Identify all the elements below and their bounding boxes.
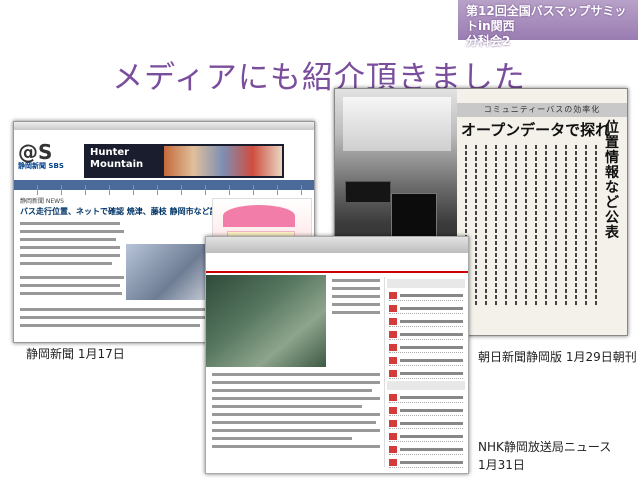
sidebar-item xyxy=(389,290,463,301)
vertical-headline: 位置情報など公表 xyxy=(605,120,619,241)
text-column xyxy=(535,145,537,305)
text-line xyxy=(332,311,380,314)
ad-graphic xyxy=(223,205,295,227)
text-line xyxy=(212,397,380,400)
nhk-news-screenshot xyxy=(205,236,469,474)
sidebar-item xyxy=(389,303,463,314)
logo-sub: 静岡新聞 SBS xyxy=(18,162,64,170)
text-line xyxy=(20,262,112,265)
caption-asahi: 朝日新聞静岡版 1月29日朝刊 xyxy=(478,350,637,364)
text-line xyxy=(332,279,380,282)
text-column xyxy=(585,145,587,305)
sidebar-item xyxy=(389,418,463,429)
news-sidebar xyxy=(384,277,467,468)
text-line xyxy=(212,381,380,384)
article-headline: オープンデータで探れ xyxy=(461,121,611,139)
text-line xyxy=(20,292,122,295)
article-band: コミュニティーバスの効率化 xyxy=(457,103,627,117)
newspaper-page: コミュニティーバスの効率化 オープンデータで探れ 位置情報など公表 xyxy=(457,89,627,335)
site-logo: @S 静岡新聞 SBS xyxy=(18,140,68,182)
ad-image xyxy=(164,146,282,176)
text-column xyxy=(525,145,527,305)
site-nav xyxy=(206,253,468,273)
sidebar-header xyxy=(387,381,465,390)
text-column xyxy=(505,145,507,305)
text-line xyxy=(20,276,124,279)
text-column xyxy=(495,145,497,305)
text-line xyxy=(20,230,124,233)
text-line xyxy=(212,373,380,376)
text-line xyxy=(212,445,380,448)
article-headline: バス走行位置、ネットで確認 焼津、藤枝 静岡市など試験 xyxy=(20,207,226,216)
site-nav xyxy=(14,180,314,195)
text-column xyxy=(545,145,547,305)
sidebar-item xyxy=(389,392,463,403)
text-line xyxy=(20,254,120,257)
sidebar-item xyxy=(389,431,463,442)
text-line xyxy=(20,324,200,327)
text-line xyxy=(212,413,380,416)
caption-shizuoka: 静岡新聞 1月17日 xyxy=(26,347,125,361)
sidebar-item xyxy=(389,405,463,416)
text-line xyxy=(212,429,380,432)
text-line xyxy=(20,308,210,311)
text-column xyxy=(595,145,597,305)
text-column xyxy=(485,145,487,305)
sidebar-header xyxy=(387,279,465,288)
text-line xyxy=(212,389,372,392)
sidebar-item xyxy=(389,355,463,366)
text-line xyxy=(332,287,380,290)
text-column xyxy=(565,145,567,305)
text-line xyxy=(20,284,120,287)
text-column xyxy=(575,145,577,305)
article-photo xyxy=(126,244,210,300)
section-label: 静岡新聞 NEWS xyxy=(20,198,64,205)
text-line xyxy=(20,238,116,241)
sidebar-item xyxy=(389,444,463,455)
sidebar-item xyxy=(389,457,463,468)
sidebar-item xyxy=(389,329,463,340)
sidebar-item xyxy=(389,342,463,353)
site-header: @S 静岡新聞 SBS Hunter Mountain xyxy=(14,130,314,180)
bus-window xyxy=(343,97,451,151)
text-line xyxy=(212,437,352,440)
news-photo xyxy=(206,275,326,367)
text-line xyxy=(20,246,120,249)
text-line xyxy=(212,421,376,424)
text-column xyxy=(555,145,557,305)
text-column xyxy=(515,145,517,305)
sidebar-item xyxy=(389,316,463,327)
bus-dashboard xyxy=(345,181,391,203)
text-line xyxy=(332,295,380,298)
caption-nhk: NHK静岡放送局ニュース 1月31日 xyxy=(478,440,612,472)
sidebar-item xyxy=(389,368,463,379)
ad-title: Hunter Mountain xyxy=(90,147,144,170)
text-line xyxy=(20,222,120,225)
text-column xyxy=(475,145,477,305)
ad-banner: Hunter Mountain xyxy=(84,144,284,178)
browser-toolbar xyxy=(206,237,468,253)
text-line xyxy=(212,405,362,408)
event-badge: 第12回全国バスマップサミットin関西 分科会2 xyxy=(458,0,638,48)
text-line xyxy=(332,303,380,306)
text-line xyxy=(20,316,206,319)
